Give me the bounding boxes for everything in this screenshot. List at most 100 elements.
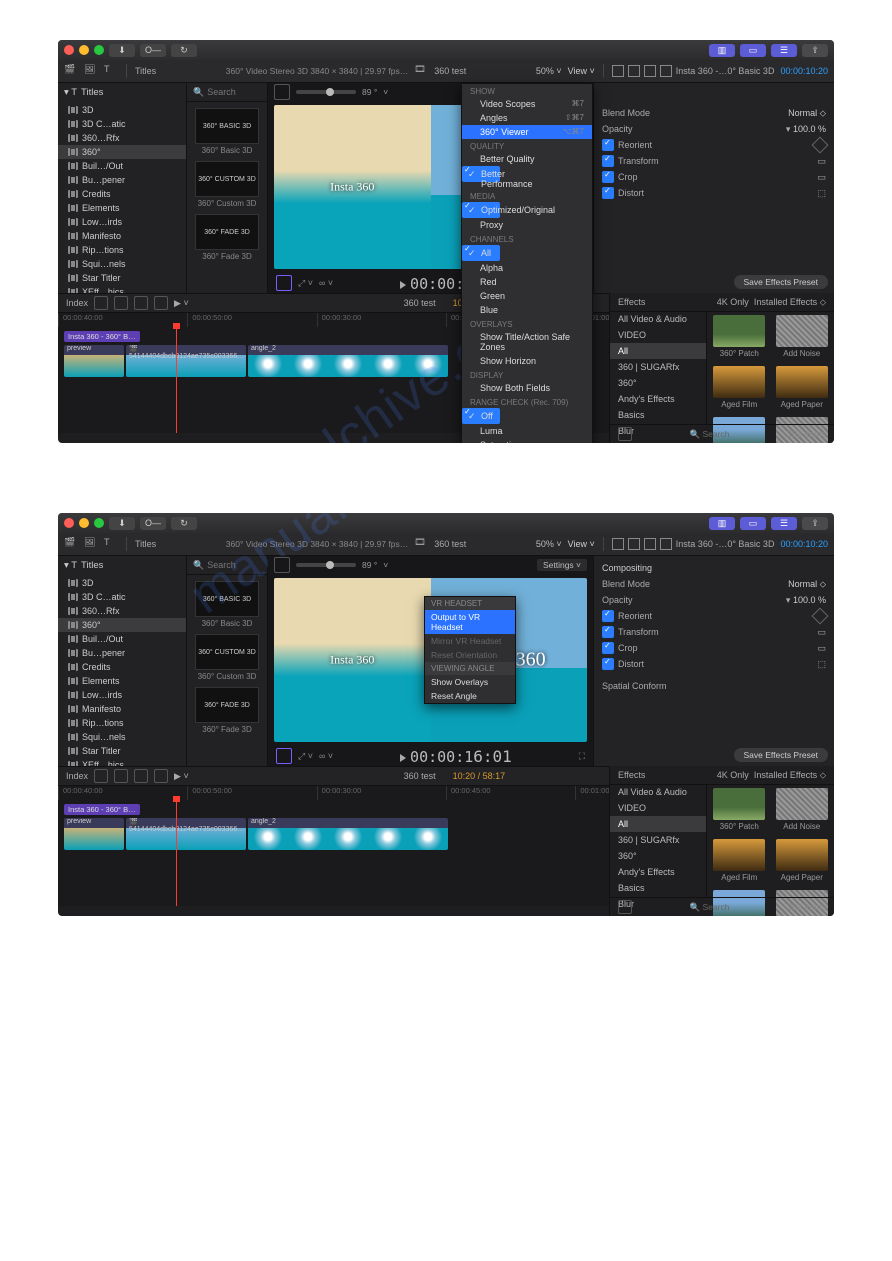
volume-icon[interactable]: [274, 84, 290, 100]
effects-filter-4k[interactable]: 4K Only: [717, 297, 749, 307]
effects-category[interactable]: Andy's Effects: [610, 864, 706, 880]
tool-select[interactable]: ▶ ˅: [174, 771, 189, 782]
search-input[interactable]: 🔍 Search: [187, 83, 267, 102]
color-adjust-icon[interactable]: [276, 748, 292, 764]
media-icon[interactable]: 🖼: [84, 537, 98, 551]
distort-disclosure-icon[interactable]: ⬚: [817, 188, 826, 199]
fullscreen-icon[interactable]: ⛶: [579, 751, 585, 762]
timecode-display[interactable]: 00:00:16:01: [339, 747, 573, 766]
effects-category[interactable]: All: [610, 816, 706, 832]
transform-checkbox[interactable]: [602, 155, 614, 167]
sidebar-item[interactable]: 360…Rfx: [58, 131, 186, 145]
titles-icon[interactable]: T: [104, 537, 118, 551]
menu-item[interactable]: Luma: [462, 424, 592, 438]
text-inspector-icon[interactable]: [612, 538, 624, 550]
bg-render-icon[interactable]: ↻: [171, 44, 197, 57]
sidebar-item[interactable]: Squi…nels: [58, 257, 186, 271]
effects-category[interactable]: All Video & Audio: [610, 311, 706, 327]
menu-item[interactable]: Alpha: [462, 261, 592, 275]
insert-clip-icon[interactable]: [114, 296, 128, 310]
timeline-clip[interactable]: 🎬 54144404dbcb0124ae735c003366…: [126, 818, 246, 850]
effects-category[interactable]: 360 | SUGARfx: [610, 832, 706, 848]
sidebar-item[interactable]: Low…irds: [58, 215, 186, 229]
import-icon[interactable]: ⬇: [109, 517, 135, 530]
library-icon[interactable]: 🎬: [64, 537, 78, 551]
overwrite-clip-icon[interactable]: [154, 296, 168, 310]
menu-item[interactable]: 360° Viewer⌥⌘7: [462, 125, 592, 139]
sidebar-item[interactable]: Buil…/Out: [58, 632, 186, 646]
bg-render-icon[interactable]: ↻: [171, 517, 197, 530]
timeline-clip[interactable]: 🎬 54144404dbcb0124ae735c003366…: [126, 345, 246, 377]
sidebar-item[interactable]: Elements: [58, 674, 186, 688]
view-dropdown[interactable]: View ˅: [568, 539, 595, 549]
save-effects-preset-button[interactable]: Save Effects Preset: [734, 748, 829, 762]
sidebar-item[interactable]: Credits: [58, 660, 186, 674]
effects-filter-installed[interactable]: Installed Effects: [754, 297, 817, 307]
sidebar-item[interactable]: XEff…hics: [58, 758, 186, 766]
effects-category[interactable]: Basics: [610, 407, 706, 423]
zoom-dropdown[interactable]: 50% ˅: [536, 66, 562, 76]
crop-disclosure-icon[interactable]: ▭: [817, 172, 826, 183]
effects-category[interactable]: 360°: [610, 375, 706, 391]
transform-menu[interactable]: ⤢ ˅: [298, 751, 313, 762]
sidebar-item[interactable]: Squi…nels: [58, 730, 186, 744]
search-input[interactable]: 🔍 Search: [187, 556, 267, 575]
menu-item[interactable]: Green: [462, 289, 592, 303]
settings-dropdown[interactable]: Settings ˅: [537, 559, 587, 571]
menu-item[interactable]: Optimized/Original: [462, 202, 500, 218]
titles-icon[interactable]: T: [104, 64, 118, 78]
sidebar-item[interactable]: Buil…/Out: [58, 159, 186, 173]
save-effects-preset-button[interactable]: Save Effects Preset: [734, 275, 829, 289]
title-thumbnail[interactable]: 360° BASIC 3D: [195, 108, 259, 144]
effect-item[interactable]: 360° Patch: [711, 788, 768, 831]
distort-checkbox[interactable]: [602, 658, 614, 670]
menu-item[interactable]: Video Scopes⌘7: [462, 97, 592, 111]
media-icon[interactable]: 🖼: [84, 64, 98, 78]
menu-item[interactable]: Show Overlays: [425, 675, 515, 689]
effects-category[interactable]: Andy's Effects: [610, 391, 706, 407]
volume-slider[interactable]: [296, 90, 356, 94]
crop-checkbox[interactable]: [602, 642, 614, 654]
menu-item[interactable]: Show Both Fields: [462, 381, 592, 395]
insert-clip-icon[interactable]: [114, 769, 128, 783]
effect-item[interactable]: Aged Paper: [774, 366, 831, 409]
import-icon[interactable]: ⬇: [109, 44, 135, 57]
effects-category[interactable]: VIDEO: [610, 327, 706, 343]
play-icon[interactable]: [400, 754, 406, 762]
play-icon[interactable]: [400, 281, 406, 289]
title-thumbnail[interactable]: 360° BASIC 3D: [195, 581, 259, 617]
effects-category[interactable]: All Video & Audio: [610, 784, 706, 800]
transform-disclosure-icon[interactable]: ▭: [817, 156, 826, 167]
retime-menu[interactable]: ∞ ˅: [319, 278, 333, 288]
keyword-icon[interactable]: O⁠—: [140, 44, 166, 57]
sidebar-header[interactable]: ▾ T Titles: [58, 556, 186, 574]
effects-filter-installed[interactable]: Installed Effects: [754, 770, 817, 780]
blend-mode-value[interactable]: Normal ⬦: [788, 108, 826, 119]
sidebar-header[interactable]: ▾ T Titles: [58, 83, 186, 101]
title-thumbnail[interactable]: 360° FADE 3D: [195, 214, 259, 250]
title-thumbnail[interactable]: 360° FADE 3D: [195, 687, 259, 723]
crop-disclosure-icon[interactable]: ▭: [817, 643, 826, 654]
volume-slider[interactable]: [296, 563, 356, 567]
layout-inspector-icon[interactable]: ☰: [771, 517, 797, 530]
menu-item[interactable]: Blue: [462, 303, 592, 317]
opacity-value[interactable]: 100.0 %: [793, 595, 826, 605]
sidebar-item[interactable]: Credits: [58, 187, 186, 201]
sidebar-item[interactable]: 360…Rfx: [58, 604, 186, 618]
effects-category[interactable]: Basics: [610, 880, 706, 896]
close-icon[interactable]: [64, 518, 74, 528]
menu-item[interactable]: Angles⇧⌘7: [462, 111, 592, 125]
minimize-icon[interactable]: [79, 518, 89, 528]
sidebar-item[interactable]: Star Titler: [58, 271, 186, 285]
color-adjust-icon[interactable]: [276, 275, 292, 291]
connected-title-clip[interactable]: Insta 360 - 360° B…: [64, 331, 140, 342]
sidebar-item[interactable]: Elements: [58, 201, 186, 215]
share-icon[interactable]: ⇪: [802, 517, 828, 530]
append-clip-icon[interactable]: [134, 296, 148, 310]
keyword-icon[interactable]: O⁠—: [140, 517, 166, 530]
effect-item[interactable]: Aged Paper: [774, 839, 831, 882]
sidebar-item[interactable]: Manifesto: [58, 702, 186, 716]
zoom-icon[interactable]: [94, 45, 104, 55]
sidebar-item[interactable]: Low…irds: [58, 688, 186, 702]
sidebar-item[interactable]: 3D: [58, 576, 186, 590]
